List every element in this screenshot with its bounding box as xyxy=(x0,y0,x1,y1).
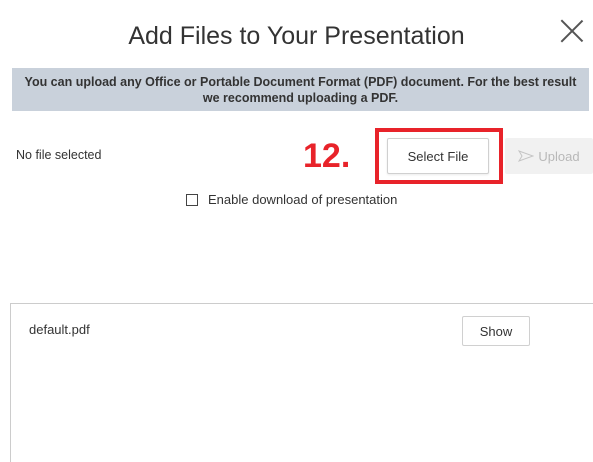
enable-download-checkbox[interactable] xyxy=(186,193,198,206)
enable-download-option: Enable download of presentation xyxy=(186,192,397,207)
show-file-button[interactable]: Show xyxy=(462,316,530,346)
send-arrow-icon xyxy=(518,150,535,162)
upload-button[interactable]: Upload xyxy=(505,138,593,174)
file-status-text: No file selected xyxy=(16,148,102,162)
dialog-title: Add Files to Your Presentation xyxy=(128,22,465,50)
upload-label: Upload xyxy=(538,148,580,164)
select-file-button[interactable]: Select File xyxy=(387,138,489,174)
select-file-label: Select File xyxy=(407,148,469,164)
file-list: default.pdf Show xyxy=(10,303,593,462)
enable-download-label: Enable download of presentation xyxy=(208,192,398,207)
file-name: default.pdf xyxy=(29,322,90,337)
show-file-label: Show xyxy=(479,323,513,339)
add-files-dialog: Add Files to Your Presentation You can u… xyxy=(0,0,593,462)
close-icon[interactable] xyxy=(559,18,585,44)
info-banner: You can upload any Office or Portable Do… xyxy=(12,68,589,111)
list-item: default.pdf Show xyxy=(11,304,593,364)
step-annotation: 12. xyxy=(303,137,351,175)
info-banner-text: You can upload any Office or Portable Do… xyxy=(24,74,577,105)
